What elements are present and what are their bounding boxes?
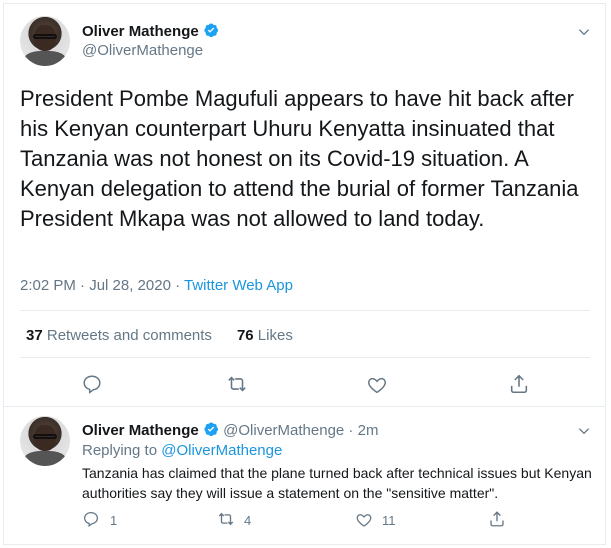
divider [4, 406, 605, 407]
retweets-stat[interactable]: 37 Retweets and comments [26, 327, 212, 344]
heart-icon[interactable] [355, 511, 373, 529]
share-icon[interactable] [508, 373, 530, 395]
likes-stat[interactable]: 76 Likes [237, 327, 293, 344]
avatar[interactable] [20, 16, 70, 66]
reply-header: Oliver Mathenge @OliverMathenge · 2m [82, 421, 378, 440]
replying-to-link[interactable]: @OliverMathenge [161, 442, 282, 459]
chevron-down-icon[interactable] [577, 25, 591, 39]
reply-count: 1 [110, 513, 118, 528]
author-handle[interactable]: @OliverMathenge [82, 42, 203, 59]
reply-author-name[interactable]: Oliver Mathenge [82, 422, 199, 439]
retweet-icon[interactable] [226, 373, 248, 395]
divider [20, 310, 590, 311]
author-name[interactable]: Oliver Mathenge [82, 22, 219, 40]
chevron-down-icon[interactable] [577, 424, 591, 438]
like-count: 11 [382, 513, 396, 528]
verified-icon [204, 422, 218, 437]
reply-author-handle[interactable]: @OliverMathenge · 2m [223, 422, 378, 439]
share-icon[interactable] [488, 510, 506, 528]
reply-text: Tanzania has claimed that the plane turn… [82, 465, 592, 501]
divider [20, 357, 590, 358]
retweet-count: 4 [244, 513, 252, 528]
tweet-timestamp: 2:02 PM · Jul 28, 2020 · Twitter Web App [20, 277, 293, 294]
retweet-icon[interactable] [217, 510, 235, 528]
reply-avatar[interactable] [20, 416, 70, 466]
heart-icon[interactable] [366, 374, 388, 396]
replying-to: Replying to @OliverMathenge [82, 442, 283, 459]
reply-icon[interactable] [82, 510, 100, 528]
tweet-text: President Pombe Magufuli appears to have… [20, 86, 579, 231]
verified-icon [204, 23, 218, 38]
source-app-link[interactable]: Twitter Web App [184, 277, 293, 294]
engagement-stats: 37 Retweets and comments 76 Likes [26, 327, 293, 344]
reply-icon[interactable] [81, 373, 103, 395]
